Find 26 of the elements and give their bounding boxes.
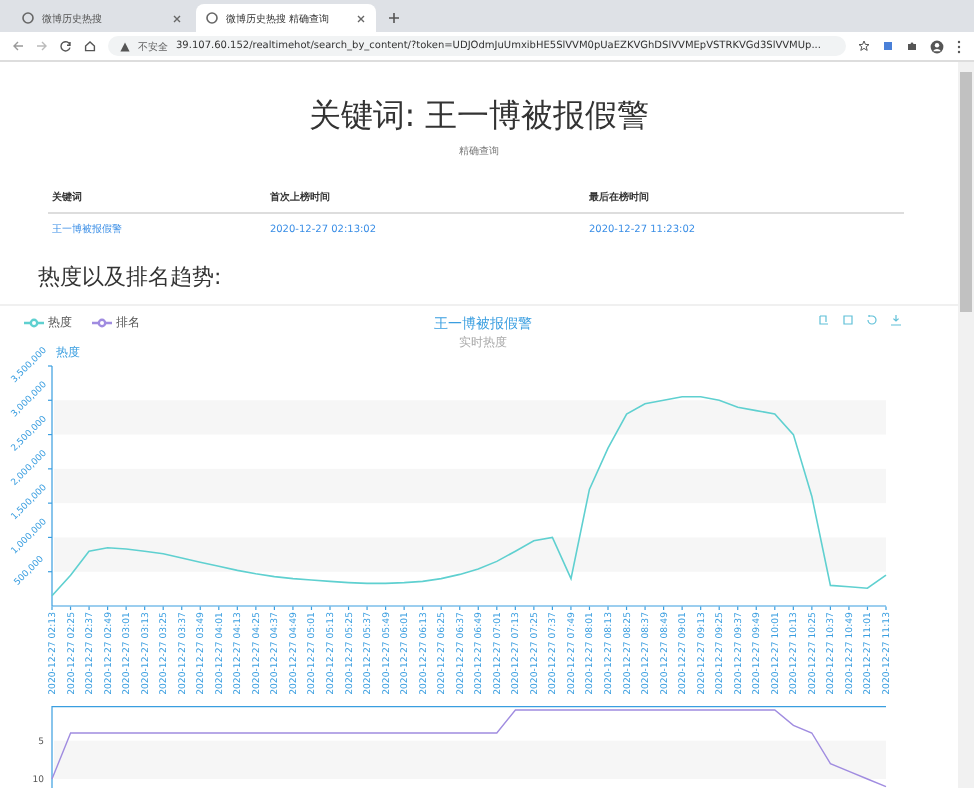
- y-tick-mark: [47, 536, 53, 539]
- scrollbar[interactable]: [958, 62, 974, 788]
- y-tick-mark: [47, 365, 53, 367]
- y-tick-mark: [47, 399, 53, 401]
- globe-icon: [22, 12, 34, 24]
- close-icon[interactable]: [172, 13, 182, 23]
- warning-icon: [120, 41, 130, 51]
- close-icon[interactable]: [356, 13, 366, 23]
- y-tick-mark: [47, 571, 53, 573]
- star-icon[interactable]: [858, 40, 870, 52]
- y-tick-mark: [47, 502, 53, 504]
- page-title: 关键词: 王一博被报假警: [308, 96, 650, 138]
- section-heading: 热度以及排名趋势:: [38, 262, 224, 292]
- legend-marker-icon[interactable]: [24, 318, 44, 328]
- back-icon[interactable]: [12, 40, 24, 52]
- globe-icon: [206, 12, 218, 24]
- extension-icon[interactable]: [882, 40, 894, 52]
- reload-icon[interactable]: [60, 40, 72, 52]
- new-tab-icon[interactable]: [388, 12, 400, 24]
- menu-icon[interactable]: [956, 39, 962, 53]
- download-icon[interactable]: [890, 314, 902, 326]
- legend-marker-icon[interactable]: [92, 318, 112, 328]
- home-icon[interactable]: [84, 40, 96, 52]
- y-tick-mark: [47, 468, 53, 470]
- profile-icon[interactable]: [930, 39, 944, 53]
- y-tick-mark: [47, 433, 53, 436]
